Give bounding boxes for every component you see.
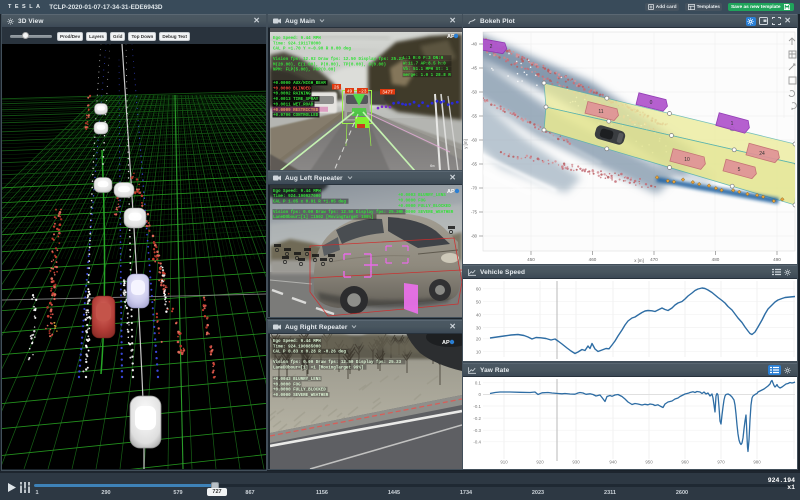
svg-text:2: 2 (490, 44, 493, 50)
svg-text:940: 940 (609, 460, 617, 465)
svg-text:6m: 6m (430, 165, 435, 169)
svg-text:-0.1: -0.1 (473, 404, 481, 409)
svg-text:-80: -80 (471, 234, 478, 239)
svg-text:0.1: 0.1 (475, 381, 482, 386)
svg-text:-0.2: -0.2 (473, 416, 481, 421)
svg-text:+0.0002 RAINING: +0.0002 RAINING (273, 93, 311, 97)
svg-text:0: 0 (479, 392, 482, 397)
svg-text:y [m]: y [m] (463, 139, 468, 149)
svg-text:20: 20 (476, 337, 482, 342)
svg-text:LaneDObour=[1] =1 [MovingTarge: LaneDObour=[1] =1 [MovingTarget 99%] (273, 365, 363, 370)
svg-text:+0.0000 BLINDED: +0.0000 BLINDED (273, 87, 311, 91)
svg-text:30: 30 (476, 325, 482, 330)
svg-text:450: 450 (527, 257, 535, 262)
svg-text:Vision fps: 0.00 Draw fps: 12.: Vision fps: 0.00 Draw fps: 12.50 Display… (273, 360, 402, 365)
svg-text:CAL P 1.05 x 0.91 R +1.05 deg: CAL P 1.05 x 0.91 R +1.05 deg (273, 199, 346, 204)
svg-text:920: 920 (536, 460, 544, 465)
svg-text:60: 60 (476, 287, 482, 292)
svg-text:AP: AP (447, 189, 455, 195)
svg-text:CAL P 0.83 x 0.28 R -0.26 deg: CAL P 0.83 x 0.28 R -0.26 deg (273, 350, 346, 355)
svg-text:NPM: FLP(5.00), FRP(0.00): NPM: FLP(5.00), FRP(0.00) (273, 68, 336, 73)
svg-text:Vision fps: 12.02 Draw fps: 12: Vision fps: 12.02 Draw fps: 12.50 Displa… (273, 57, 404, 62)
svg-text:+0.0000 AUX/HIGH_BEAM: +0.0000 AUX/HIGH_BEAM (273, 81, 326, 86)
svg-text:+0.0003 BLURRY_LENS: +0.0003 BLURRY_LENS (398, 194, 446, 198)
svg-text:-0.3: -0.3 (473, 428, 481, 433)
svg-text:+0.0013 TIRE_SPRAY: +0.0013 TIRE_SPRAY (273, 98, 319, 102)
svg-text:-65: -65 (471, 162, 478, 167)
svg-text:+0.0000 FOG: +0.0000 FOG (273, 383, 301, 387)
svg-text:CAL P =1.70 Y =-0.90 R 0.00 de: CAL P =1.70 Y =-0.90 R 0.00 deg (273, 47, 351, 52)
svg-text:AP: AP (442, 340, 450, 346)
svg-text:Time: 924.191178000: Time: 924.191178000 (273, 41, 321, 46)
svg-text:+0.0000 FOG: +0.0000 FOG (398, 200, 426, 204)
svg-text:-40: -40 (471, 42, 478, 47)
svg-text:+0.0000 SEVERE_WEATHER: +0.0000 SEVERE_WEATHER (398, 211, 454, 215)
svg-text:11: 11 (598, 109, 603, 115)
svg-text:930: 930 (572, 460, 580, 465)
svg-text:+0.9706 CONTROLLED: +0.9706 CONTROLLED (273, 114, 319, 118)
svg-text:10: 10 (684, 157, 690, 163)
svg-text:490: 490 (773, 257, 781, 262)
svg-text:LaneDObour=[1] =1502 [MovingTa: LaneDObour=[1] =1502 [MovingTarget 100%] (273, 215, 374, 220)
svg-text:5: 5 (738, 167, 741, 173)
svg-text:-0.4: -0.4 (473, 440, 481, 445)
svg-text:Vision fps: 0.00 Draw fps: 12.: Vision fps: 0.00 Draw fps: 12.50 Display… (273, 210, 402, 215)
svg-text:x [m]: x [m] (634, 258, 644, 263)
svg-text:Ego Speed: 9.44 MPH: Ego Speed: 9.44 MPH (273, 339, 321, 344)
svg-text:-23: -23 (359, 89, 367, 94)
svg-text:-55: -55 (471, 114, 478, 119)
svg-text:+0.0043 BLURRY_LENS: +0.0043 BLURRY_LENS (273, 378, 321, 382)
svg-text:910: 910 (500, 460, 508, 465)
svg-text:Ego Speed: 9.44 MPH: Ego Speed: 9.44 MPH (273, 189, 321, 194)
svg-text:970: 970 (717, 460, 725, 465)
svg-text:-70: -70 (471, 186, 478, 191)
svg-text:-60: -60 (471, 138, 478, 143)
svg-text:24: 24 (759, 151, 765, 157)
svg-text:-75: -75 (471, 210, 478, 215)
svg-text:+0.0000 FULLY_BLOCKED: +0.0000 FULLY_BLOCKED (398, 205, 451, 209)
svg-text:26: 26 (334, 85, 340, 90)
svg-text:49: 49 (347, 89, 353, 94)
svg-text:950: 950 (645, 460, 653, 465)
svg-text:40: 40 (476, 313, 482, 318)
svg-text:Time: 924.190927000: Time: 924.190927000 (273, 194, 321, 199)
svg-text:Ego Speed: 9.44 MPH: Ego Speed: 9.44 MPH (273, 36, 321, 41)
svg-text:+0.0000 FULLY_BLOCKED: +0.0000 FULLY_BLOCKED (273, 389, 326, 393)
svg-text:Vb: 51.1 MPH St: 1: Vb: 51.1 MPH St: 1 (403, 67, 449, 72)
svg-text:3477: 3477 (382, 90, 393, 95)
svg-text:480: 480 (712, 257, 720, 262)
svg-text:Time: 924.190885000: Time: 924.190885000 (273, 344, 321, 349)
svg-text:960: 960 (681, 460, 689, 465)
svg-text:980: 980 (753, 460, 761, 465)
svg-text:10: 10 (476, 350, 482, 355)
svg-text:-45: -45 (471, 66, 478, 71)
svg-text:+0.0000 SEVERE_WEATHER: +0.0000 SEVERE_WEATHER (273, 394, 329, 398)
svg-text:M(20.00), E(1.00), P(0.00), TP: M(20.00), E(1.00), P(0.00), TP(0.00), S(… (273, 62, 386, 67)
svg-text:460: 460 (589, 257, 597, 262)
svg-text:1: 1 (731, 121, 734, 127)
svg-text:0: 0 (650, 100, 653, 106)
svg-text:merge: 1.0 1 28.8 R: merge: 1.0 1 28.8 R (403, 74, 451, 78)
svg-text:AP: AP (447, 34, 455, 40)
svg-text:-50: -50 (471, 90, 478, 95)
svg-text:L:1 R:0 F:3 DN:0: L:1 R:0 F:3 DN:0 (403, 57, 444, 61)
svg-text:W:11.7 AP:8.5 h:0: W:11.7 AP:8.5 h:0 (403, 62, 446, 67)
svg-text:470: 470 (650, 257, 658, 262)
svg-text:50: 50 (476, 300, 482, 305)
